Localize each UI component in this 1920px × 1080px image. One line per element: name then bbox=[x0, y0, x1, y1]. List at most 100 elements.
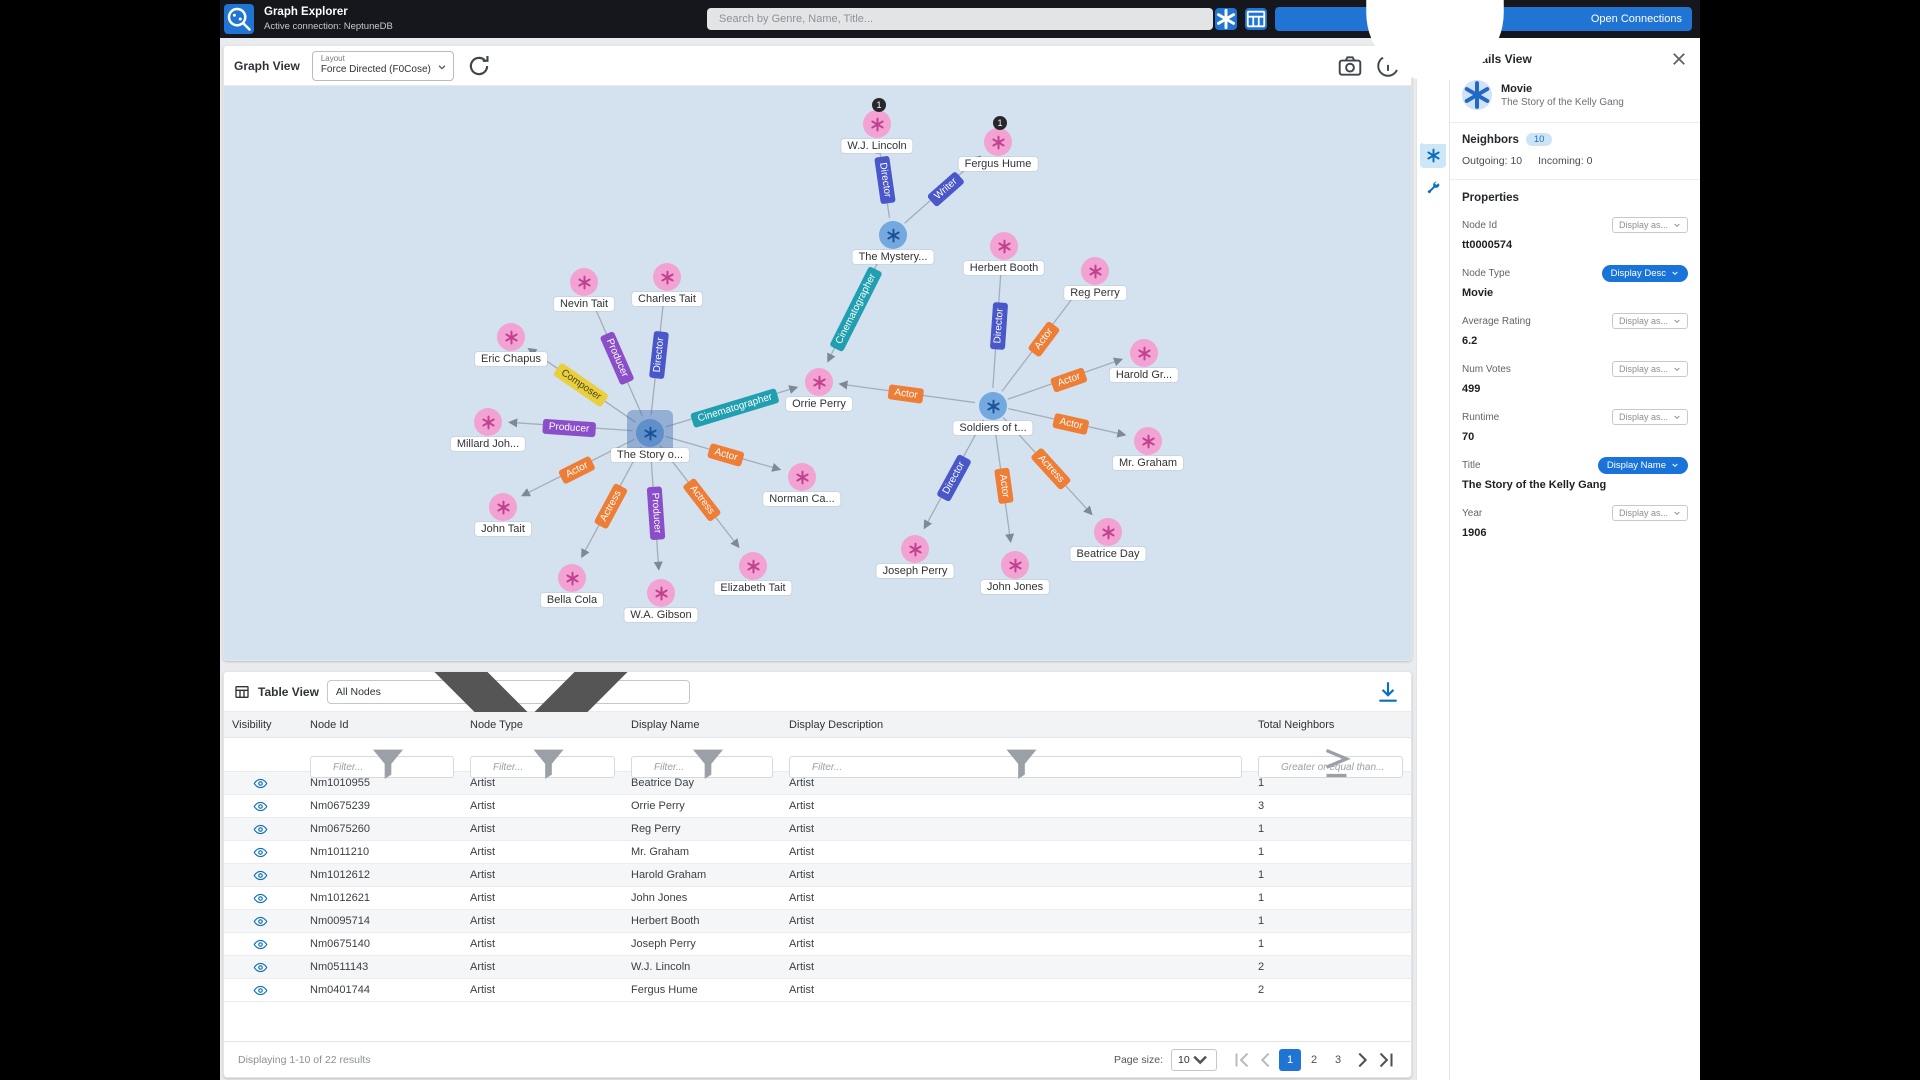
visibility-toggle[interactable] bbox=[250, 935, 270, 953]
next-page-button[interactable] bbox=[1351, 1049, 1373, 1071]
page-button-2[interactable]: 2 bbox=[1303, 1049, 1325, 1071]
download-csv-button[interactable] bbox=[1375, 679, 1401, 705]
table-scope-value: All Nodes bbox=[335, 685, 381, 698]
last-page-button[interactable] bbox=[1375, 1049, 1397, 1071]
graph-canvas[interactable]: Director Writer Cinematographer Cinematogra… bbox=[224, 86, 1411, 660]
cell-display-name: Harold Graham bbox=[631, 869, 707, 881]
graph-node-artist[interactable] bbox=[1134, 427, 1162, 455]
cell-total-neighbors: 1 bbox=[1258, 892, 1265, 904]
property-label: Average Rating bbox=[1462, 315, 1531, 327]
graph-node-artist[interactable] bbox=[863, 110, 891, 138]
display-as-select[interactable]: Display as... bbox=[1611, 409, 1688, 425]
graph-node-artist[interactable] bbox=[489, 493, 517, 521]
graph-node-movie[interactable] bbox=[879, 221, 907, 249]
table-row: Nm0401744 Artist Fergus Hume Artist 2 bbox=[224, 979, 1411, 1002]
display-as-select[interactable]: Display as... bbox=[1611, 217, 1688, 233]
display-as-select[interactable]: Display as... bbox=[1611, 313, 1688, 329]
graph-node-artist[interactable] bbox=[497, 323, 525, 351]
graph-node-artist[interactable] bbox=[990, 232, 1018, 260]
graph-node-artist[interactable] bbox=[474, 408, 502, 436]
layout-select[interactable]: Layout Force Directed (F0Cose) bbox=[311, 50, 454, 81]
graph-node-artist[interactable] bbox=[653, 263, 681, 291]
graph-node-artist[interactable] bbox=[1001, 551, 1029, 579]
table-filter-row bbox=[224, 738, 1411, 779]
visibility-toggle[interactable] bbox=[250, 843, 270, 861]
graph-node-artist[interactable] bbox=[901, 535, 929, 563]
layout-select-label: Layout bbox=[320, 54, 345, 64]
visibility-toggle[interactable] bbox=[250, 866, 270, 884]
open-connections-button[interactable]: Open Connections bbox=[1274, 0, 1692, 144]
display-as-select[interactable]: Display as... bbox=[1611, 505, 1688, 521]
rerun-layout-button[interactable] bbox=[466, 53, 492, 79]
table-row: Nm0675239 Artist Orrie Perry Artist 3 bbox=[224, 795, 1411, 818]
cell-display-description: Artist bbox=[789, 984, 815, 996]
graph-node-artist[interactable] bbox=[558, 564, 586, 592]
graph-node-artist[interactable] bbox=[984, 128, 1012, 156]
previous-page-button[interactable] bbox=[1255, 1049, 1277, 1071]
table-shortcut-button[interactable] bbox=[1244, 8, 1267, 30]
visibility-toggle[interactable] bbox=[250, 981, 270, 999]
cell-display-name: Orrie Perry bbox=[631, 800, 685, 812]
visibility-toggle[interactable] bbox=[250, 820, 270, 838]
cell-display-name: Joseph Perry bbox=[631, 938, 696, 950]
app-title: Graph Explorer bbox=[264, 6, 348, 19]
cell-node-type: Artist bbox=[470, 869, 496, 881]
cell-display-description: Artist bbox=[789, 961, 815, 973]
property-label: Runtime bbox=[1462, 411, 1500, 423]
table-row: Nm0675140 Artist Joseph Perry Artist 1 bbox=[224, 933, 1411, 956]
cell-node-type: Artist bbox=[470, 938, 496, 950]
visibility-toggle[interactable] bbox=[250, 797, 270, 815]
column-header-visibility: Visibility bbox=[232, 718, 272, 731]
search-input[interactable] bbox=[707, 8, 1213, 30]
display-as-select[interactable]: Display as... bbox=[1611, 361, 1688, 377]
cell-display-name: Herbert Booth bbox=[631, 915, 700, 927]
property-row: Year Display as... 1906 bbox=[1462, 504, 1688, 539]
cell-display-description: Artist bbox=[789, 800, 815, 812]
pager: 123 bbox=[1231, 1048, 1397, 1071]
table-scope-select[interactable]: All Nodes bbox=[326, 672, 690, 769]
table-row: Nm1012612 Artist Harold Graham Artist 1 bbox=[224, 864, 1411, 887]
cell-display-description: Artist bbox=[789, 846, 815, 858]
explorer-logo-icon bbox=[224, 4, 254, 34]
graph-node-artist[interactable] bbox=[739, 552, 767, 580]
graph-node-artist[interactable] bbox=[570, 268, 598, 296]
refresh-icon bbox=[466, 53, 492, 79]
graph-node-artist[interactable] bbox=[1130, 339, 1158, 367]
cell-total-neighbors: 1 bbox=[1258, 915, 1265, 927]
table-icon bbox=[1245, 8, 1267, 30]
visibility-toggle[interactable] bbox=[250, 889, 270, 907]
page-button-3[interactable]: 3 bbox=[1327, 1049, 1349, 1071]
table-column-headers: Visibility Node Id Node Type Display Nam… bbox=[224, 712, 1411, 738]
visibility-toggle[interactable] bbox=[250, 958, 270, 976]
cell-display-description: Artist bbox=[789, 915, 815, 927]
close-details-button[interactable] bbox=[1670, 50, 1688, 68]
settings-button[interactable] bbox=[1420, 174, 1446, 200]
visibility-toggle[interactable] bbox=[250, 912, 270, 930]
graph-node-artist[interactable] bbox=[1081, 257, 1109, 285]
graph-node-movie[interactable] bbox=[979, 392, 1007, 420]
app-logo[interactable] bbox=[224, 4, 254, 34]
graph-node-artist[interactable] bbox=[788, 463, 816, 491]
table-view-panel: Table View All Nodes Visibility Node Id … bbox=[223, 671, 1412, 1078]
visibility-toggle[interactable] bbox=[250, 774, 270, 792]
workspace: Graph View Layout Force Directed (F0Cose… bbox=[220, 38, 1700, 1080]
graph-node-movie[interactable] bbox=[627, 410, 673, 456]
display-mode-pill[interactable]: Display Name bbox=[1597, 456, 1688, 474]
page-size-select[interactable]: 10 bbox=[1171, 1048, 1217, 1071]
main-column: Graph View Layout Force Directed (F0Cose… bbox=[220, 38, 1416, 1080]
cell-node-type: Artist bbox=[470, 984, 496, 996]
graph-node-artist[interactable] bbox=[805, 368, 833, 396]
previous-page-icon bbox=[1255, 1049, 1277, 1071]
graph-view-header: Graph View Layout Force Directed (F0Cose… bbox=[224, 46, 1411, 86]
page-button-1[interactable]: 1 bbox=[1279, 1048, 1301, 1071]
cell-total-neighbors: 1 bbox=[1258, 846, 1265, 858]
property-row: Title Display Name The Story of the Kelly … bbox=[1462, 456, 1688, 491]
column-header-display-description: Display Description bbox=[789, 718, 884, 731]
graph-shortcut-button[interactable] bbox=[1214, 8, 1237, 30]
graph-node-artist[interactable] bbox=[1094, 518, 1122, 546]
first-page-button[interactable] bbox=[1231, 1049, 1253, 1071]
graph-node-artist[interactable] bbox=[647, 579, 675, 607]
display-mode-pill[interactable]: Display Desc bbox=[1601, 264, 1688, 282]
next-page-icon bbox=[1351, 1049, 1373, 1071]
details-panel: Details View Movie The Story of the Kell… bbox=[1450, 38, 1700, 1080]
